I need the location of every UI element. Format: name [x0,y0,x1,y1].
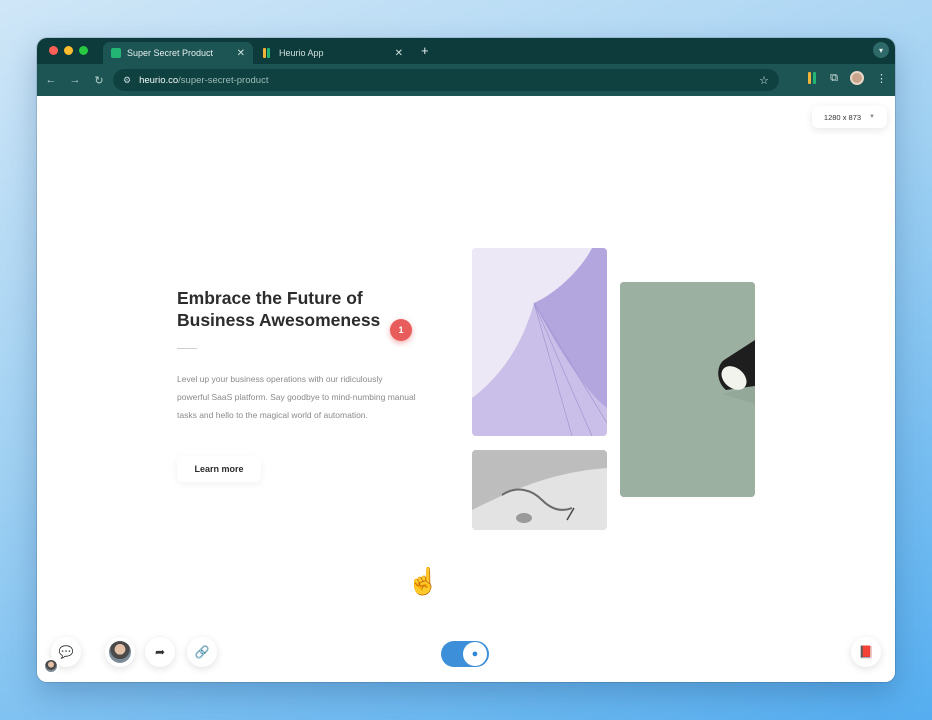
tab-strip: Super Secret Product ✕ Heurio App ✕ + ▾ [37,38,895,64]
url-host: heurio.co [139,74,179,86]
kebab-icon[interactable]: ⋮ [876,72,887,85]
learn-more-button[interactable]: Learn more [177,456,261,482]
book-icon: 📕 [858,645,874,659]
tab-title: Super Secret Product [127,48,214,58]
browser-window: Super Secret Product ✕ Heurio App ✕ + ▾ … [37,38,895,682]
tab-super-secret-product[interactable]: Super Secret Product ✕ [103,42,253,64]
tab-title: Heurio App [279,48,324,58]
comments-icon: 💬 [58,645,74,659]
tab-heurio-app[interactable]: Heurio App ✕ [255,42,411,64]
page-content: 1280 x 873 ▼ Embrace the Future of Busin… [37,96,895,682]
lamp-photo [620,282,755,497]
favicon-icon [111,48,121,58]
shadow-photo [472,450,607,530]
guide-button[interactable]: 📕 [851,637,881,667]
star-icon[interactable]: ☆ [759,74,769,87]
hero-title: Embrace the Future of Business Awesomene… [177,287,417,331]
hand-cursor-icon: ☝ [407,566,440,596]
chat-bubble-icon: ● [463,642,487,666]
browser-toolbar: ← → ↻ ⚙ heurio.co /super-secret-product … [37,64,895,96]
viewport-size-label: 1280 x 873 [823,112,862,122]
close-tab-icon[interactable]: ✕ [395,48,403,59]
avatar[interactable] [850,71,864,85]
arrow-right-icon[interactable]: → [63,74,87,86]
comment-mode-toggle[interactable]: ● [441,641,489,667]
avatar [109,641,131,663]
maximize-window-button[interactable] [79,46,88,55]
hero-description: Level up your business operations with o… [177,374,416,420]
avatar [43,658,59,674]
close-tab-icon[interactable]: ✕ [237,48,245,59]
divider [177,348,197,349]
address-bar[interactable]: ⚙ heurio.co /super-secret-product ☆ [113,69,779,91]
architecture-photo [472,248,607,436]
close-window-button[interactable] [49,46,58,55]
share-button[interactable]: ➦ [145,637,175,667]
tab-search-chevron-icon[interactable]: ▾ [873,42,889,58]
collaborator-avatar-button[interactable] [105,637,135,667]
copy-link-button[interactable]: 🔗 [187,637,217,667]
window-controls [49,46,88,55]
new-tab-button[interactable]: + [421,43,429,58]
link-icon: 🔗 [194,645,210,659]
heurio-extension-icon[interactable] [808,72,818,84]
viewport-size-dropdown[interactable]: 1280 x 873 ▼ [811,106,887,128]
comment-pin[interactable]: 1 [390,319,412,341]
hero-title-line-2: Business Awesomeness [177,310,381,330]
chevron-down-icon: ▼ [869,114,875,120]
hero-title-line-1: Embrace the Future of [177,288,363,308]
heurio-favicon-icon [263,48,273,58]
puzzle-icon[interactable]: ⧉ [830,72,838,85]
arrow-left-icon[interactable]: ← [39,74,63,86]
minimize-window-button[interactable] [64,46,73,55]
url-path: /super-secret-product [178,74,269,86]
share-icon: ➦ [154,645,166,659]
tune-icon[interactable]: ⚙ [123,75,131,86]
reload-icon[interactable]: ↻ [87,74,111,87]
toolbar-actions: ⧉ ⋮ [808,71,887,85]
